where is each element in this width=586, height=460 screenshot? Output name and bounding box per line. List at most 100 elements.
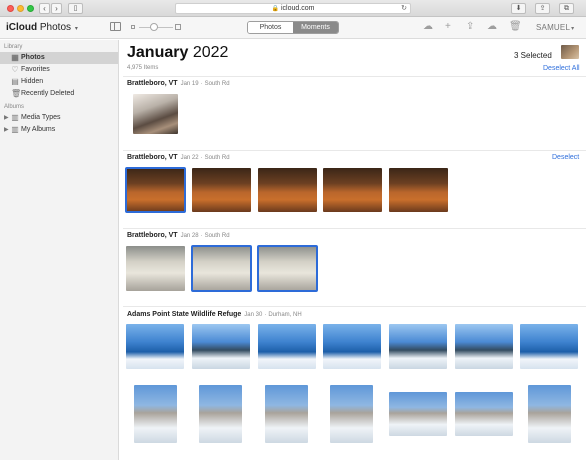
photo-thumbnail[interactable] (134, 385, 177, 443)
sidebar-icon: ▯ (73, 5, 78, 12)
photo-thumbnail[interactable] (133, 94, 178, 134)
sidebar-item-recently-deleted[interactable]: 🗑 Recently Deleted (0, 88, 118, 100)
divider (123, 228, 586, 229)
photo-thumbnail[interactable] (528, 385, 571, 443)
photo-thumbnail[interactable] (199, 385, 242, 443)
reload-icon[interactable]: ↻ (401, 4, 407, 13)
user-menu[interactable]: SAMUEL▾ (536, 23, 574, 32)
photo-thumbnail[interactable] (389, 168, 448, 212)
heart-icon: ♡ (11, 65, 19, 74)
sidebar-toggle-icon[interactable] (110, 22, 121, 31)
photo-thumbnail-selected[interactable] (191, 245, 252, 292)
selection-count: 3 Selected (514, 51, 552, 60)
item-count: 4,975 Items (127, 65, 159, 71)
lock-icon: 🔒 (271, 6, 279, 12)
photo-thumbnail[interactable] (258, 168, 317, 212)
chevron-down-icon: ▾ (74, 26, 78, 32)
sidebar-item-hidden[interactable]: ▤ Hidden (0, 76, 118, 88)
moment-date: Jan 28 (180, 233, 199, 239)
close-window-button[interactable] (7, 5, 14, 12)
app-name-label: Photos (39, 22, 72, 33)
moment-header: Brattleboro, VT Jan 28 · South Rd (127, 232, 230, 239)
tab-moments[interactable]: Moments (293, 22, 338, 33)
sidebar-item-label: Recently Deleted (21, 90, 75, 97)
deselect-group-link[interactable]: Deselect (552, 154, 579, 161)
user-name: SAMUEL (536, 23, 571, 32)
app-switcher[interactable]: iCloud Photos ▾ (6, 22, 78, 33)
photo-thumbnail[interactable] (330, 385, 373, 443)
month-label: January (127, 44, 189, 61)
deselect-all-link[interactable]: Deselect All (543, 65, 580, 72)
share-page-button[interactable]: ⇪ (535, 3, 550, 14)
photo-thumbnail[interactable] (455, 392, 513, 436)
disclosure-triangle-icon[interactable]: ▶ (4, 112, 9, 124)
moment-place: Brattleboro, VT (127, 232, 178, 239)
photo-thumbnail-selected[interactable] (125, 167, 186, 213)
sidebar-item-media-types[interactable]: ▶ ▥ Media Types (0, 112, 118, 124)
sidebar-item-my-albums[interactable]: ▶ ▥ My Albums (0, 124, 118, 136)
large-grid-icon (175, 24, 181, 30)
download-icon: ⬇ (515, 5, 522, 12)
moment-date: Jan 22 (180, 155, 199, 161)
download-icon[interactable]: ☁ (487, 22, 497, 32)
photo-thumbnail[interactable] (323, 324, 381, 369)
photo-thumbnail[interactable] (389, 392, 447, 436)
divider (123, 150, 586, 151)
photo-thumbnail[interactable] (126, 324, 184, 369)
photo-thumbnail[interactable] (258, 324, 316, 369)
sidebar-item-favorites[interactable]: ♡ Favorites (0, 64, 118, 76)
safari-window: ‹ › ▯ 🔒 icloud.com ↻ ⬇ ⇪ ⧉ iCloud Photos … (0, 0, 586, 460)
app-header: iCloud Photos ▾ Photos Moments ☁ + ⇪ ☁ 🗑… (0, 17, 586, 39)
share-icon[interactable]: ⇪ (466, 22, 474, 32)
show-sidebar-button[interactable]: ▯ (68, 3, 83, 14)
photo-thumbnail[interactable] (265, 385, 308, 443)
sidebar-item-photos[interactable]: ▦ Photos (0, 52, 118, 64)
library-section-label: Library (4, 44, 23, 50)
add-icon[interactable]: + (445, 22, 451, 32)
photo-thumbnail[interactable] (192, 324, 250, 369)
show-tabs-button[interactable]: ⧉ (559, 3, 574, 14)
upload-icon[interactable]: ☁ (423, 22, 433, 32)
sidebar: Library ▦ Photos ♡ Favorites ▤ Hidden 🗑 … (0, 40, 119, 460)
moment-header: Brattleboro, VT Jan 22 · South Rd (127, 154, 230, 161)
photo-thumbnail[interactable] (520, 324, 578, 369)
photo-thumbnail[interactable] (389, 324, 447, 369)
downloads-button[interactable]: ⬇ (511, 3, 526, 14)
address-bar[interactable]: 🔒 icloud.com ↻ (175, 3, 411, 14)
thumbnail-size-slider[interactable] (131, 23, 181, 32)
tabs-icon: ⧉ (564, 5, 569, 12)
forward-button[interactable]: › (51, 3, 62, 14)
disclosure-triangle-icon[interactable]: ▶ (4, 124, 9, 136)
photo-grid-area: January 2022 4,975 Items 3 Selected Dese… (119, 40, 586, 460)
photo-thumbnail[interactable] (455, 324, 513, 369)
photo-thumbnail[interactable] (126, 246, 185, 291)
zoom-window-button[interactable] (27, 5, 34, 12)
trash-icon: 🗑 (11, 89, 22, 98)
chevron-left-icon: ‹ (43, 4, 46, 13)
folder-icon: ▥ (11, 113, 19, 122)
sidebar-item-label: Photos (21, 54, 45, 61)
sidebar-item-label: Media Types (21, 114, 61, 121)
divider (123, 306, 586, 307)
moment-header: Adams Point State Wildlife Refuge Jan 30 ·… (127, 311, 302, 318)
page-title: January 2022 (127, 44, 228, 62)
moment-date: Jan 19 (180, 81, 199, 87)
divider (123, 76, 586, 77)
back-button[interactable]: ‹ (39, 3, 50, 14)
moment-location: South Rd (204, 155, 230, 161)
tab-photos[interactable]: Photos (248, 22, 293, 33)
chevron-down-icon: ▾ (571, 26, 575, 32)
photo-thumbnail[interactable] (192, 168, 251, 212)
year-label: 2022 (192, 44, 229, 61)
minimize-window-button[interactable] (17, 5, 24, 12)
moment-location: South Rd (204, 233, 230, 239)
moment-place: Brattleboro, VT (127, 154, 178, 161)
slider-thumb[interactable] (150, 23, 158, 31)
photo-thumbnail[interactable] (323, 168, 382, 212)
url-text: icloud.com (281, 5, 315, 12)
photos-icon: ▦ (11, 53, 19, 62)
trash-icon[interactable]: 🗑 (509, 22, 522, 32)
brand-label: iCloud (6, 22, 38, 33)
moment-place: Adams Point State Wildlife Refuge (127, 311, 242, 318)
photo-thumbnail-selected[interactable] (257, 245, 318, 292)
